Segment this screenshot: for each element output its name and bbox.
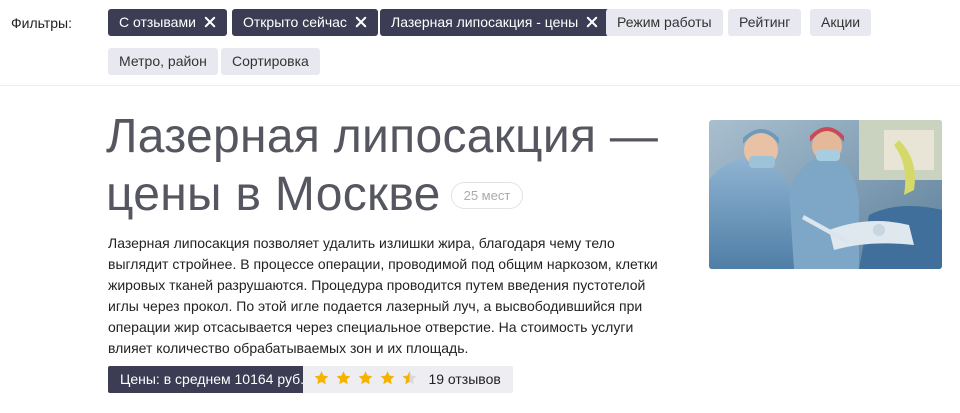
page-title-line-1: Лазерная липосакция — xyxy=(106,110,659,163)
filters-label: Фильтры: xyxy=(11,15,72,31)
filter-chip-promotions[interactable]: Акции xyxy=(810,9,872,36)
filter-chip-label: Открыто сейчас xyxy=(243,14,347,30)
close-icon[interactable] xyxy=(204,16,216,28)
filter-chip-rating[interactable]: Рейтинг xyxy=(728,9,802,36)
page-title: Лазерная липосакция — цены в Москве 25 ме… xyxy=(106,108,666,224)
filter-chip-metro[interactable]: Метро, район xyxy=(108,48,218,75)
filter-chip-sort[interactable]: Сортировка xyxy=(221,48,320,75)
filter-chip-label: Сортировка xyxy=(232,53,309,69)
filter-chip-label: Лазерная липосакция - цены xyxy=(391,14,579,30)
star-full-icon xyxy=(314,371,329,385)
close-icon[interactable] xyxy=(355,16,367,28)
rating-stars xyxy=(313,371,422,387)
reviews-count-link[interactable]: 19 отзывов xyxy=(428,371,500,387)
surgery-photo-image xyxy=(709,120,942,269)
star-full-icon xyxy=(336,371,351,385)
filter-chip-schedule[interactable]: Режим работы xyxy=(606,9,723,36)
filter-chip-label: Метро, район xyxy=(119,53,207,69)
filters-bar: Фильтры: С отзывами Открыто сейчас Лазер… xyxy=(0,0,960,86)
page-title-line-2: цены в Москве 25 мест xyxy=(106,166,666,224)
average-price-badge: Цены: в среднем 10164 руб. xyxy=(108,366,317,393)
places-count-badge: 25 мест xyxy=(450,182,524,209)
star-half-icon xyxy=(402,371,416,385)
star-full-icon xyxy=(358,371,373,385)
star-full-icon xyxy=(380,371,395,385)
filter-chip-label: Режим работы xyxy=(617,14,712,30)
page-title-text: цены в Москве xyxy=(106,168,441,221)
service-description: Лазерная липосакция позволяет удалить из… xyxy=(108,235,658,356)
rating-box[interactable]: 19 отзывов xyxy=(303,366,513,393)
procedure-photo xyxy=(709,120,942,269)
filter-chip-label: Рейтинг xyxy=(739,14,791,30)
filter-chip-label: С отзывами xyxy=(119,14,196,30)
filter-chip-service[interactable]: Лазерная липосакция - цены xyxy=(380,9,610,36)
filter-chip-open-now[interactable]: Открыто сейчас xyxy=(232,9,378,36)
close-icon[interactable] xyxy=(586,16,598,28)
filter-chip-with-reviews[interactable]: С отзывами xyxy=(108,9,227,36)
filter-chip-label: Акции xyxy=(821,14,861,30)
